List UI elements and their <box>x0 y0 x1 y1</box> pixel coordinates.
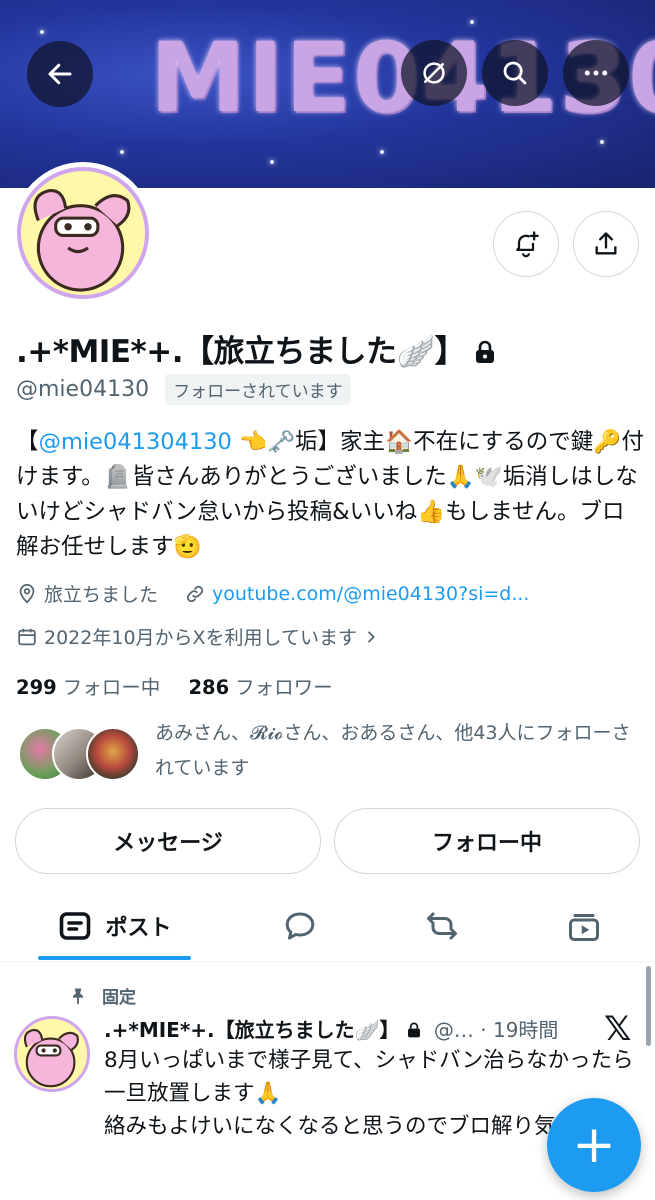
back-button[interactable] <box>27 41 93 107</box>
slash-circle-icon <box>423 62 445 84</box>
share-button[interactable] <box>573 211 639 277</box>
back-arrow-icon <box>48 63 72 85</box>
more-button[interactable] <box>563 40 629 106</box>
followers-count-link[interactable]: 286 フォロワー <box>188 676 332 699</box>
location-pin-icon <box>19 583 35 603</box>
display-name: .+*MIE*+.【旅立ちました🪽】 <box>16 326 497 371</box>
lock-icon <box>476 340 495 363</box>
lock-icon <box>407 1022 420 1038</box>
posts-icon <box>60 912 91 940</box>
handle: @mie04130 <box>16 377 150 402</box>
follows-you-badge: フォローされています <box>165 374 351 405</box>
share-icon <box>595 232 617 255</box>
bio: 【@mie041304130 👈🗝️垢】家主🏠不在にするので鍵🔑付けます。🪦皆さ… <box>16 429 644 560</box>
notify-button[interactable] <box>493 211 559 277</box>
tab-posts[interactable]: ポスト <box>38 890 191 962</box>
follower-avatar[interactable] <box>86 727 140 781</box>
pin-icon <box>73 988 83 1004</box>
tab-media[interactable] <box>544 890 624 962</box>
handle-row: @mie04130 フォローされています <box>16 374 351 405</box>
bio-mention-link[interactable]: @mie041304130 <box>39 429 232 455</box>
follow-counts: 299 フォロー中 286 フォロワー <box>16 671 333 700</box>
active-tab-indicator <box>38 956 191 960</box>
x-logo-icon[interactable]: 𝕏 <box>604 1012 631 1046</box>
tweet-author-name[interactable]: .+*MIE*+.【旅立ちました🪽】 <box>104 1018 400 1042</box>
profile-banner[interactable]: MIE04130 <box>0 0 655 188</box>
compose-button[interactable]: + <box>547 1098 641 1192</box>
profile-avatar[interactable] <box>12 162 154 304</box>
link-icon <box>186 585 204 602</box>
meta-row-joined[interactable]: 2022年10月からXを利用しています <box>16 623 385 650</box>
search-button[interactable] <box>482 40 548 106</box>
calendar-icon <box>18 628 36 645</box>
avatar-illustration <box>33 189 131 292</box>
reply-bubble-icon <box>285 912 315 940</box>
chevron-right-icon <box>368 630 375 643</box>
following-button[interactable]: フォロー中 <box>334 808 640 874</box>
more-dots-icon <box>584 70 608 76</box>
tweet-handle-time: @… · 19時間 <box>433 1018 559 1042</box>
message-button[interactable]: メッセージ <box>15 808 321 874</box>
tweet-avatar[interactable] <box>14 1016 90 1092</box>
meta-row-location: 旅立ちました youtube.com/@mie04130?si=d... <box>16 580 529 607</box>
profile-link[interactable]: youtube.com/@mie04130?si=d... <box>212 583 529 605</box>
profile-tabs: ポスト <box>0 890 655 962</box>
scrollbar[interactable] <box>646 966 651 1046</box>
pinned-label: 固定 <box>68 983 136 1008</box>
tab-highlights[interactable] <box>402 890 482 962</box>
following-count-link[interactable]: 299 フォロー中 <box>16 676 160 699</box>
tweet-header: .+*MIE*+.【旅立ちました🪽】 @… · 19時間 <box>104 1014 558 1043</box>
repost-icon <box>427 912 457 940</box>
grok-button[interactable] <box>401 40 467 106</box>
location-text: 旅立ちました <box>44 584 159 606</box>
joined-text: 2022年10月からXを利用しています <box>44 627 357 649</box>
avatar-illustration <box>23 1028 79 1088</box>
followed-by-text[interactable]: あみさん、𝓡𝓲𝓸さん、おあるさん、他43人にフォローされています <box>155 716 635 786</box>
bell-plus-icon <box>516 231 539 258</box>
tab-replies[interactable] <box>260 890 340 962</box>
search-icon <box>503 61 527 85</box>
media-play-icon <box>569 914 599 941</box>
